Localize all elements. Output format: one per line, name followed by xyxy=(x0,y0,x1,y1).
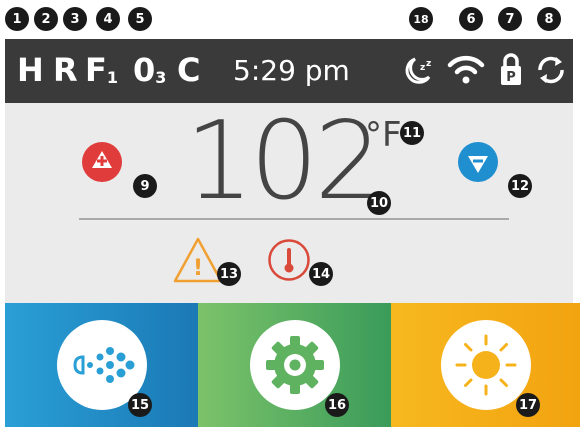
clock-time[interactable]: 5:29 pm xyxy=(233,55,350,87)
status-code-h[interactable]: H xyxy=(17,53,44,87)
jets-icon xyxy=(72,347,134,383)
status-code-c[interactable]: C xyxy=(177,53,200,87)
settings-button[interactable] xyxy=(249,320,340,410)
temperature-value: 102 xyxy=(185,99,383,224)
callout-badge-11: 11 xyxy=(400,121,424,145)
callout-badge-13: 13 xyxy=(217,262,241,286)
settings-tile[interactable] xyxy=(198,303,391,427)
callout-badge-17: 17 xyxy=(516,393,540,417)
sun-icon xyxy=(455,334,516,396)
status-code-r[interactable]: R xyxy=(53,53,78,87)
wifi-icon[interactable] xyxy=(447,53,485,85)
status-bar: H R F1 03 C 5:29 pm z z P xyxy=(5,39,573,103)
callout-badge-7: 7 xyxy=(498,7,522,31)
svg-text:z: z xyxy=(426,59,431,69)
sync-icon[interactable] xyxy=(535,54,567,86)
callout-badge-16: 16 xyxy=(325,393,349,417)
status-code-f[interactable]: F1 xyxy=(85,53,118,93)
temperature-unit[interactable]: °F xyxy=(365,115,402,155)
callout-badge-8: 8 xyxy=(537,7,561,31)
callout-badge-12: 12 xyxy=(508,174,532,198)
heater-icon[interactable] xyxy=(267,238,311,282)
callout-badge-15: 15 xyxy=(128,393,152,417)
light-tile[interactable] xyxy=(391,303,580,427)
panel-lock-icon[interactable]: P xyxy=(499,51,523,87)
callout-badge-1: 1 xyxy=(5,7,29,31)
warning-icon[interactable]: ! xyxy=(172,235,224,285)
callout-badge-10: 10 xyxy=(367,191,391,215)
callout-badge-14: 14 xyxy=(309,262,333,286)
gear-icon xyxy=(265,336,324,394)
divider xyxy=(79,218,509,220)
status-code-o[interactable]: 03 xyxy=(133,53,166,93)
callout-badge-2: 2 xyxy=(34,7,58,31)
callout-badge-18: 18 xyxy=(409,7,433,31)
callout-badge-6: 6 xyxy=(459,7,483,31)
temp-down-button[interactable] xyxy=(457,141,499,183)
temp-up-button[interactable] xyxy=(81,141,123,183)
temperature-panel: 102 °F ! xyxy=(5,103,573,303)
callout-badge-3: 3 xyxy=(63,7,87,31)
jets-tile[interactable] xyxy=(5,303,198,427)
callout-badge-5: 5 xyxy=(128,7,152,31)
sleep-icon[interactable]: z z xyxy=(403,55,437,87)
callout-badge-9: 9 xyxy=(133,174,157,198)
svg-text:z: z xyxy=(420,63,425,73)
warning-symbol: ! xyxy=(193,256,203,281)
lock-letter: P xyxy=(506,70,516,85)
callout-badge-4: 4 xyxy=(96,7,120,31)
light-button[interactable] xyxy=(440,320,531,410)
